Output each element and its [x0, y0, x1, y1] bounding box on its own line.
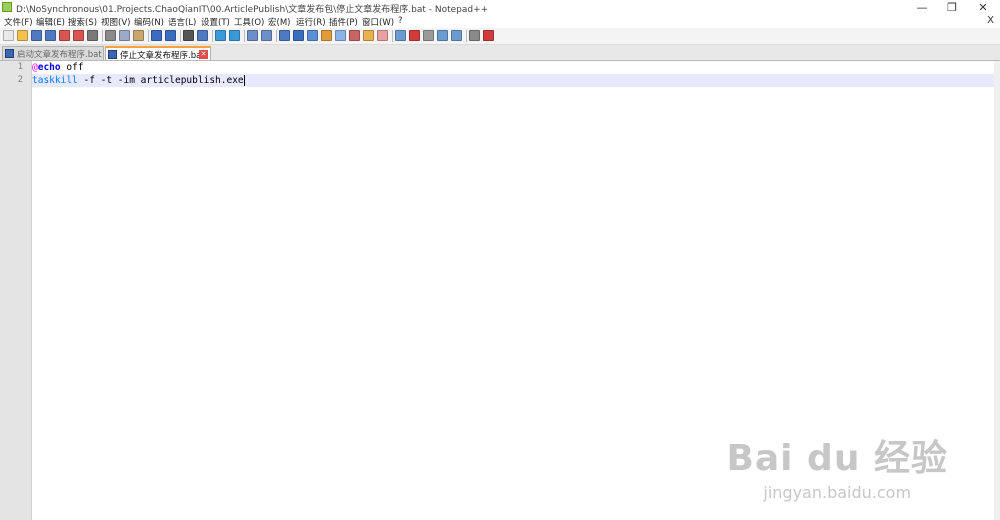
- echo-argument-token: off: [60, 62, 84, 73]
- zoom-in-icon[interactable]: [215, 30, 226, 41]
- document-map-icon[interactable]: [335, 30, 346, 41]
- menu-run[interactable]: 运行(R): [296, 16, 326, 28]
- menu-search[interactable]: 搜索(S): [68, 16, 97, 28]
- stop-record-icon[interactable]: [409, 30, 420, 41]
- text-caret: [243, 75, 245, 86]
- menu-macro[interactable]: 宏(M): [268, 16, 290, 28]
- toolbar-separator: [212, 30, 213, 42]
- cut-icon[interactable]: [105, 30, 116, 41]
- title-bar: D:\NoSynchronous\01.Projects.ChaoQianIT\…: [0, 0, 1000, 15]
- menu-settings[interactable]: 设置(T): [201, 16, 230, 28]
- tab-label: 启动文章发布程序.bat: [17, 50, 102, 60]
- sync-vertical-icon[interactable]: [247, 30, 258, 41]
- close-all-icon[interactable]: [73, 30, 84, 41]
- menu-view[interactable]: 视图(V): [101, 16, 130, 28]
- baidu-jingyan-watermark: Bai du 经验 jingyan.baidu.com: [726, 429, 948, 502]
- line-number: 2: [17, 75, 23, 85]
- maximize-button[interactable]: ❐: [937, 0, 967, 15]
- plugin-icon[interactable]: [483, 30, 494, 41]
- replace-icon[interactable]: [197, 30, 208, 41]
- menu-file[interactable]: 文件(F): [4, 16, 33, 28]
- word-wrap-icon[interactable]: [279, 30, 290, 41]
- echo-keyword-token: echo: [37, 62, 61, 73]
- close-window-button[interactable]: ✕: [968, 0, 998, 15]
- tab-close-icon[interactable]: ✕: [199, 50, 208, 59]
- paste-icon[interactable]: [133, 30, 144, 41]
- save-all-icon[interactable]: [45, 30, 56, 41]
- toolbar: [0, 28, 1000, 45]
- line-number-gutter: 1 2: [0, 61, 32, 520]
- sync-horizontal-icon[interactable]: [261, 30, 272, 41]
- close-icon[interactable]: [59, 30, 70, 41]
- spell-check-icon[interactable]: [469, 30, 480, 41]
- save-icon[interactable]: [31, 30, 42, 41]
- toolbar-separator: [276, 30, 277, 42]
- file-save-icon: [5, 49, 14, 58]
- vertical-scrollbar[interactable]: [994, 61, 1000, 520]
- toolbar-separator: [244, 30, 245, 42]
- play-macro-icon[interactable]: [423, 30, 434, 41]
- watermark-url: jingyan.baidu.com: [763, 483, 912, 502]
- find-icon[interactable]: [183, 30, 194, 41]
- tab-bar: 启动文章发布程序.bat 停止文章发布程序.bat ✕: [0, 45, 1000, 61]
- tab-label: 停止文章发布程序.bat: [120, 51, 205, 61]
- toolbar-separator: [466, 30, 467, 42]
- file-save-icon: [108, 50, 117, 59]
- menu-bar: 文件(F) 编辑(E) 搜索(S) 视图(V) 编码(N) 语言(L) 设置(T…: [0, 15, 1000, 28]
- monitor-icon[interactable]: [377, 30, 388, 41]
- minimize-button[interactable]: —: [907, 0, 937, 15]
- toolbar-separator: [180, 30, 181, 42]
- save-macro-icon[interactable]: [451, 30, 462, 41]
- code-line-2: taskkill -f -t -im articlepublish.exe: [32, 74, 1000, 87]
- close-document-button[interactable]: X: [987, 15, 994, 26]
- indent-guide-icon[interactable]: [307, 30, 318, 41]
- show-all-chars-icon[interactable]: [293, 30, 304, 41]
- user-language-icon[interactable]: [321, 30, 332, 41]
- undo-icon[interactable]: [151, 30, 162, 41]
- menu-encoding[interactable]: 编码(N): [134, 16, 164, 28]
- tab-stop-publish[interactable]: 停止文章发布程序.bat ✕: [105, 46, 211, 61]
- record-macro-icon[interactable]: [395, 30, 406, 41]
- menu-tools[interactable]: 工具(O): [234, 16, 264, 28]
- zoom-out-icon[interactable]: [229, 30, 240, 41]
- watermark-logo: Bai du 经验: [726, 438, 948, 479]
- toolbar-separator: [102, 30, 103, 42]
- menu-window[interactable]: 窗口(W): [362, 16, 394, 28]
- function-list-icon[interactable]: [349, 30, 360, 41]
- new-file-icon[interactable]: [3, 30, 14, 41]
- code-line-1: @echo off: [32, 61, 1000, 74]
- run-macro-multiple-icon[interactable]: [437, 30, 448, 41]
- menu-plugins[interactable]: 插件(P): [329, 16, 358, 28]
- menu-help[interactable]: ?: [398, 16, 403, 26]
- open-file-icon[interactable]: [17, 30, 28, 41]
- copy-icon[interactable]: [119, 30, 130, 41]
- toolbar-separator: [148, 30, 149, 42]
- taskkill-command-token: taskkill: [32, 75, 78, 86]
- redo-icon[interactable]: [165, 30, 176, 41]
- window-title: D:\NoSynchronous\01.Projects.ChaoQianIT\…: [16, 5, 489, 15]
- notepadpp-app-icon: [2, 2, 12, 12]
- line-number: 1: [17, 62, 23, 72]
- taskkill-arguments-token: -f -t -im articlepublish.exe: [77, 75, 244, 86]
- tab-start-publish[interactable]: 启动文章发布程序.bat: [2, 46, 104, 60]
- folder-workspace-icon[interactable]: [363, 30, 374, 41]
- print-icon[interactable]: [87, 30, 98, 41]
- menu-edit[interactable]: 编辑(E): [36, 16, 65, 28]
- menu-language[interactable]: 语言(L): [168, 16, 196, 28]
- toolbar-separator: [392, 30, 393, 42]
